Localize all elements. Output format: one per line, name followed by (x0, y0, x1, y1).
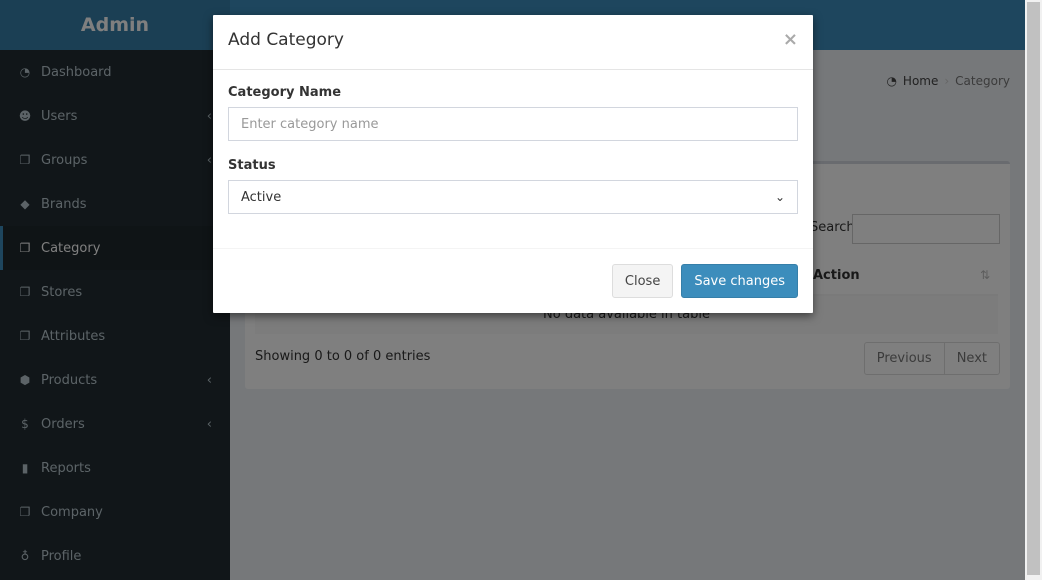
category-name-group: Category Name (228, 85, 798, 141)
modal-header: Add Category × (213, 15, 813, 70)
modal-body: Category Name Status Active ⌄ (213, 70, 813, 249)
modal-footer: Close Save changes (213, 249, 813, 312)
page-scrollbar[interactable] (1025, 0, 1042, 580)
category-name-label: Category Name (228, 85, 342, 100)
save-changes-button[interactable]: Save changes (681, 264, 798, 298)
chevron-down-icon: ⌄ (774, 190, 785, 204)
category-name-input[interactable] (228, 107, 798, 141)
status-selected-value: Active (241, 189, 282, 205)
modal-title: Add Category (228, 30, 344, 50)
scrollbar-thumb[interactable] (1027, 2, 1040, 575)
add-category-modal: Add Category × Category Name Status Acti… (213, 15, 813, 313)
status-group: Status Active ⌄ (228, 158, 798, 214)
status-label: Status (228, 158, 276, 173)
status-select[interactable]: Active ⌄ (228, 180, 798, 214)
close-button[interactable]: Close (611, 264, 674, 298)
close-icon[interactable]: × (783, 29, 798, 50)
